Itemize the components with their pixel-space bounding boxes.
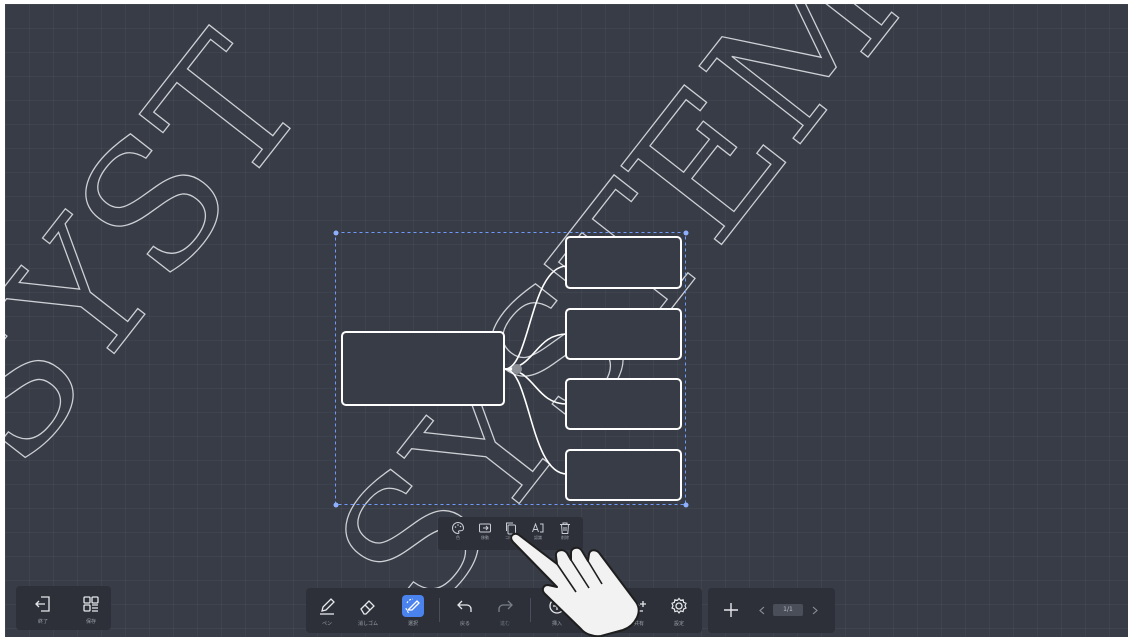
redo-icon	[498, 600, 513, 612]
main-toolbar: ペン 消しゴム 選択 戻る 進む 挿入 ファイル 共有 設定	[306, 588, 702, 633]
undo-icon	[457, 600, 472, 612]
left-toolbar: 終了 保存	[16, 586, 111, 630]
toolbar-divider	[530, 598, 531, 622]
page-navigation: 1/1	[708, 588, 835, 633]
selection-handle-top-right[interactable]	[683, 230, 689, 236]
pen-label: ペン	[321, 621, 332, 627]
share-label: 共有	[633, 621, 644, 627]
save-label: 保存	[85, 619, 96, 625]
insert-label: 挿入	[551, 621, 562, 627]
pen-icon	[320, 598, 335, 615]
lasso-select-icon	[402, 595, 424, 617]
chevron-right-icon[interactable]	[811, 606, 819, 615]
move-label: 移動	[481, 535, 489, 540]
connector-4	[504, 368, 568, 475]
copy-icon	[506, 522, 516, 535]
delete-button[interactable]: 削除	[555, 521, 575, 547]
toolbar-divider	[439, 598, 440, 622]
selection-handle-bottom-right[interactable]	[683, 502, 689, 508]
trash-icon	[560, 522, 570, 534]
insert-button[interactable]: 挿入	[542, 593, 572, 629]
select-label: 選択	[407, 621, 418, 627]
connector-junction	[512, 364, 522, 374]
child-node-4[interactable]	[565, 449, 682, 501]
share-icon	[631, 600, 646, 612]
gear-icon	[671, 597, 687, 614]
file-button[interactable]: ファイル	[582, 593, 612, 629]
child-node-1[interactable]	[565, 236, 682, 289]
eraser-tool[interactable]: 消しゴム	[353, 593, 383, 629]
eraser-label: 消しゴム	[357, 621, 378, 627]
grid-icon	[83, 596, 99, 612]
redo-label: 進む	[499, 621, 510, 627]
recognize-button[interactable]: 認識	[528, 521, 548, 547]
child-node-3[interactable]	[565, 378, 682, 430]
undo-label: 戻る	[459, 621, 470, 627]
add-page-icon[interactable]	[722, 601, 740, 619]
redo-button[interactable]: 進む	[490, 593, 520, 629]
child-node-2[interactable]	[565, 308, 682, 360]
undo-button[interactable]: 戻る	[450, 593, 480, 629]
selection-handle-bottom-left[interactable]	[333, 502, 339, 508]
select-tool[interactable]: 選択	[398, 593, 428, 629]
page-indicator: 1/1	[773, 604, 803, 616]
whiteboard-canvas[interactable]: SYST SYSTEM	[5, 4, 1128, 637]
recognize-label: 認識	[534, 535, 542, 540]
text-recognize-icon	[532, 522, 544, 533]
color-button[interactable]: 色	[448, 521, 468, 547]
connector-1	[504, 265, 568, 370]
selection-handle-top-left[interactable]	[333, 230, 339, 236]
exit-label: 終了	[37, 619, 48, 625]
share-button[interactable]: 共有	[624, 593, 654, 629]
eraser-icon	[360, 600, 375, 615]
chevron-left-icon[interactable]	[758, 606, 766, 615]
file-icon	[591, 597, 604, 615]
settings-button[interactable]: 設定	[664, 593, 694, 629]
root-node[interactable]	[341, 331, 505, 406]
pen-tool[interactable]: ペン	[312, 593, 342, 629]
copy-label: コピー	[505, 535, 517, 540]
settings-label: 設定	[673, 621, 684, 627]
save-button[interactable]: 保存	[76, 591, 106, 627]
color-label: 色	[456, 535, 460, 540]
copy-button[interactable]: コピー	[501, 521, 521, 547]
selection-context-toolbar: 色 移動 コピー 認識 削除	[438, 517, 583, 550]
exit-icon	[35, 596, 50, 612]
move-icon	[479, 523, 491, 533]
move-button[interactable]: 移動	[475, 521, 495, 547]
exit-button[interactable]: 終了	[28, 591, 58, 627]
file-label: ファイル	[586, 621, 607, 627]
palette-icon	[452, 521, 465, 535]
insert-icon	[549, 598, 565, 614]
delete-label: 削除	[561, 535, 569, 540]
